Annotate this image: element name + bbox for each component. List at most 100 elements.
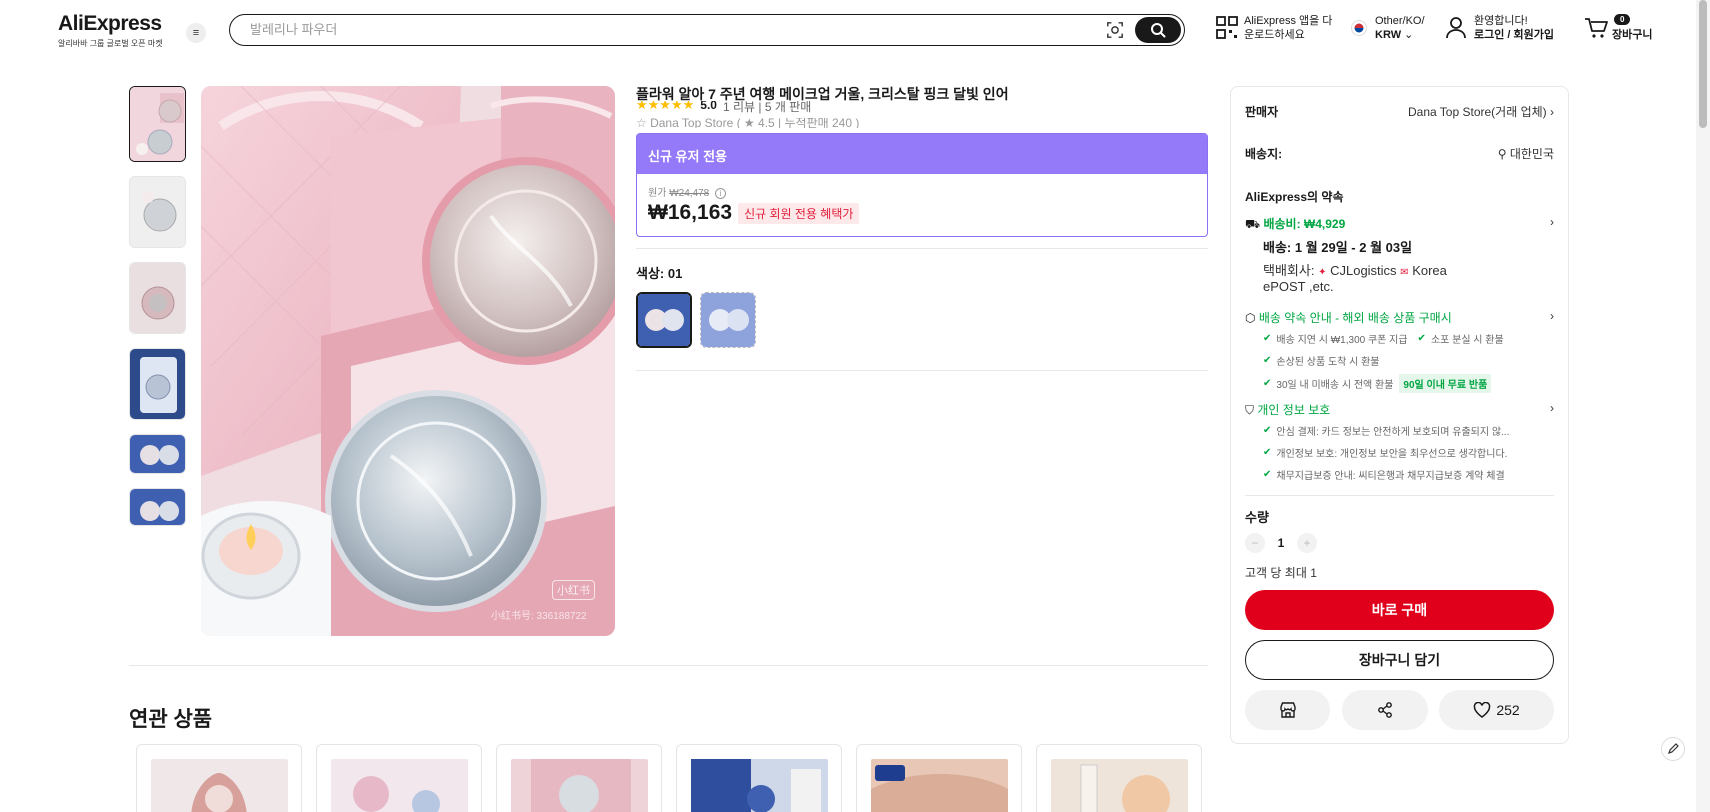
guarantee-text: 손상된 상품 도착 시 환불 xyxy=(1276,357,1380,368)
app-download[interactable]: AliExpress 앱을 다 운로드하세요 xyxy=(1216,14,1332,42)
rating-meta: 1 리뷰 | 5 개 판매 xyxy=(722,101,812,114)
share-button[interactable] xyxy=(1342,690,1428,730)
color-swatch-02[interactable] xyxy=(700,292,756,348)
original-price-row: 원가 ₩24,478 i xyxy=(648,184,1196,199)
related-product-card[interactable] xyxy=(496,744,662,812)
carrier-epost: ePOST ,etc. xyxy=(1263,279,1334,294)
carrier-korea: Korea xyxy=(1412,263,1447,278)
currency-label: KRW xyxy=(1375,29,1402,41)
quantity-label: 수량 xyxy=(1245,510,1269,525)
thumbnail-4[interactable] xyxy=(129,348,186,420)
privacy-item: ✔ 안심 결제: 카드 정보는 안전하게 보호되며 유출되지 않... xyxy=(1263,423,1509,438)
region-selector[interactable]: Other/KO/ KRW ⌄ xyxy=(1351,14,1425,42)
guarantee-title: 배송 약속 안내 - 해외 배송 상품 구매시 xyxy=(1258,311,1452,325)
color-swatch-01[interactable] xyxy=(636,292,692,348)
seller-row[interactable]: 판매자 Dana Top Store(거래 업체) › xyxy=(1245,103,1554,120)
chevron-right-icon: › xyxy=(1550,401,1554,415)
ship-to-label: 배송지: xyxy=(1245,147,1283,161)
check-icon: ✔ xyxy=(1417,333,1426,344)
chevron-right-icon: › xyxy=(1550,309,1554,323)
thumbnail-6[interactable] xyxy=(129,488,186,526)
ship-to-row[interactable]: 배송지: ⚲ 대한민국 xyxy=(1245,145,1554,162)
related-product-card[interactable] xyxy=(136,744,302,812)
privacy-text: 안심 결제: 카드 정보는 안전하게 보호되며 유출되지 않... xyxy=(1276,427,1510,438)
thumbnail-3[interactable] xyxy=(129,262,186,334)
edit-floating-button[interactable] xyxy=(1661,737,1685,761)
aliexpress-logo[interactable]: AliExpress 알리바바 그룹 글로벌 오픈 마켓 xyxy=(58,12,163,49)
chevron-right-icon: › xyxy=(1550,105,1554,119)
search-button[interactable] xyxy=(1135,17,1181,43)
check-icon: ✔ xyxy=(1263,425,1272,436)
increase-button[interactable]: + xyxy=(1297,533,1317,553)
product-main-image[interactable]: 小红书 小红书号: 336188722 xyxy=(201,86,615,636)
app-line1: AliExpress 앱을 다 xyxy=(1244,15,1333,27)
ship-to-country: 대한민국 xyxy=(1509,147,1554,161)
guarantee-item: ✔ 30일 내 미배송 시 전액 환불 90일 이내 무료 반품 xyxy=(1263,374,1492,393)
check-icon: ✔ xyxy=(1263,469,1272,480)
related-product-card[interactable] xyxy=(676,744,842,812)
page-scrollbar[interactable] xyxy=(1696,0,1710,812)
login-link: 로그인 / 회원가입 xyxy=(1474,29,1555,41)
cj-logo-icon: ✦ xyxy=(1318,267,1327,278)
carrier-label: 택배회사: xyxy=(1263,263,1315,278)
privacy-row[interactable]: ⛉ 개인 정보 보호 › xyxy=(1245,401,1554,418)
guarantee-text: 배송 지연 시 ₩1,300 쿠폰 지급 xyxy=(1276,335,1408,346)
korea-flag-icon xyxy=(1351,20,1367,36)
welcome-text: 환영합니다! xyxy=(1474,15,1528,27)
original-price: ₩24,478 xyxy=(669,188,710,199)
promise-title: AliExpress의 약속 xyxy=(1245,190,1344,204)
thumbnail-5[interactable] xyxy=(129,434,186,474)
check-icon: ✔ xyxy=(1263,447,1272,458)
chevron-down-icon: ⌄ xyxy=(1404,29,1414,41)
thumbnail-list xyxy=(129,86,186,540)
buy-now-button[interactable]: 바로 구매 xyxy=(1245,590,1554,630)
decrease-button[interactable]: − xyxy=(1245,533,1265,553)
seller-name: Dana Top Store(거래 업체) xyxy=(1408,105,1547,119)
guarantee-text: 30일 내 미배송 시 전액 환불 xyxy=(1276,380,1394,391)
privacy-item: ✔ 채무지급보증 안내: 씨티은행과 채무지급보증 계약 체결 xyxy=(1263,467,1505,482)
quantity-limit: 고객 당 최대 1 xyxy=(1245,566,1317,580)
guarantee-item: ✔ 손상된 상품 도착 시 환불 xyxy=(1263,353,1380,368)
korea-post-icon: ✉ xyxy=(1400,267,1409,278)
thumbnail-1[interactable] xyxy=(129,86,186,162)
color-label: 색상: 01 xyxy=(636,266,683,281)
menu-icon[interactable]: ≡ xyxy=(186,23,206,43)
guarantee-row[interactable]: ⬡ 배송 약속 안내 - 해외 배송 상품 구매시 › xyxy=(1245,309,1554,326)
divider xyxy=(636,248,1208,249)
scrollbar-thumb[interactable] xyxy=(1699,0,1707,128)
promo-header: 신규 유저 전용 xyxy=(637,134,1207,174)
new-user-badge: 신규 회원 전용 혜택가 xyxy=(738,202,860,224)
divider xyxy=(636,370,1208,371)
related-product-image xyxy=(331,759,468,812)
related-product-card[interactable] xyxy=(316,744,482,812)
info-icon[interactable]: i xyxy=(715,188,726,199)
store-button[interactable] xyxy=(1245,690,1330,730)
shipping-fee: 배송비: ₩4,929 xyxy=(1263,217,1346,231)
quantity-value[interactable]: 1 xyxy=(1265,536,1297,550)
thumbnail-2[interactable] xyxy=(129,176,186,248)
wishlist-button[interactable]: 252 xyxy=(1439,690,1554,730)
qr-code-icon xyxy=(1216,16,1238,39)
account-menu[interactable]: 환영합니다! 로그인 / 회원가입 xyxy=(1445,14,1554,42)
add-to-cart-button[interactable]: 장바구니 담기 xyxy=(1245,640,1554,680)
truck-icon: ⛟ xyxy=(1245,217,1261,231)
related-product-card[interactable] xyxy=(1036,744,1202,812)
store-line: ☆ Dana Top Store ( ★ 4.5 | 누적판매 240 ) xyxy=(636,118,860,128)
share-icon xyxy=(1378,702,1392,718)
quantity-stepper: − 1 + xyxy=(1245,533,1554,553)
shipping-row[interactable]: ⛟ 배송비: ₩4,929 › xyxy=(1245,215,1554,233)
search-input[interactable] xyxy=(250,22,1050,37)
region-line1: Other/KO/ xyxy=(1375,15,1425,27)
check-icon: ✔ xyxy=(1263,378,1272,389)
original-price-label: 원가 xyxy=(648,188,667,199)
header: AliExpress 알리바바 그룹 글로벌 오픈 마켓 ≡ AliExpres… xyxy=(0,0,1710,64)
rating-row[interactable]: ★★★★★ 5.0 1 리뷰 | 5 개 판매 xyxy=(636,101,811,114)
store-row[interactable]: ☆ Dana Top Store ( ★ 4.5 | 누적판매 240 ) xyxy=(636,118,859,128)
section-divider xyxy=(129,665,1208,666)
carrier-row: 택배회사: ✦ CJLogistics ✉ Korea xyxy=(1263,260,1554,279)
related-product-card[interactable] xyxy=(856,744,1022,812)
privacy-text: 개인정보 보호: 개인정보 보안을 최우선으로 생각합니다. xyxy=(1276,449,1508,460)
cart-icon xyxy=(1585,18,1608,38)
image-search-icon[interactable] xyxy=(1106,21,1124,39)
box-icon: ⬡ xyxy=(1245,311,1256,325)
